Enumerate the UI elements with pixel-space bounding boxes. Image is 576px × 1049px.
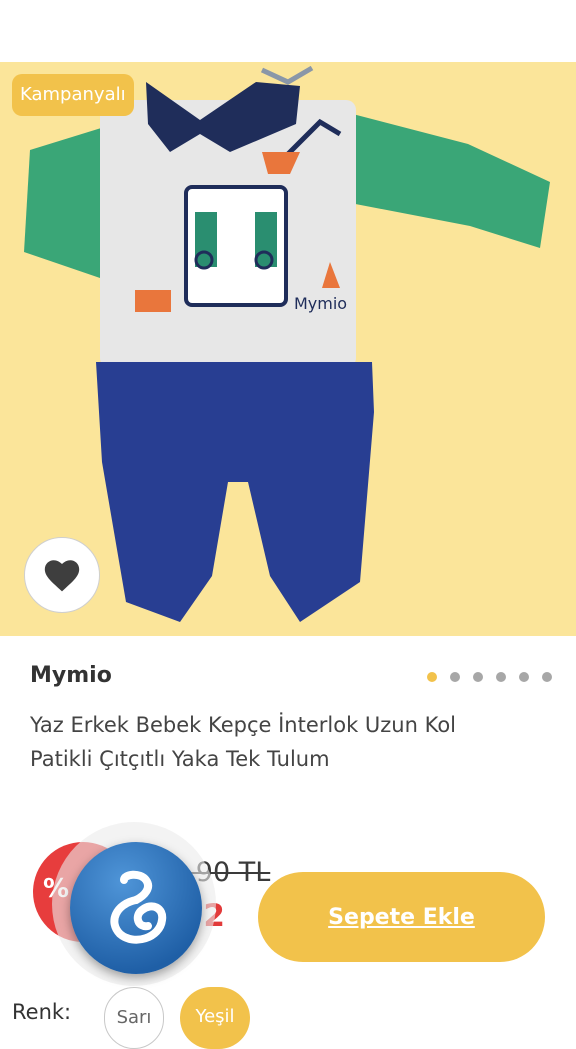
app-logo-icon bbox=[110, 870, 167, 944]
pagination-dot[interactable] bbox=[519, 672, 529, 682]
product-title: Yaz Erkek Bebek Kepçe İnterlok Uzun Kol … bbox=[30, 708, 550, 776]
image-pagination[interactable] bbox=[427, 672, 552, 682]
color-label: Renk: bbox=[12, 1000, 72, 1024]
color-option-sari[interactable]: Sarı bbox=[104, 987, 164, 1049]
garment-print-text: Mymio bbox=[294, 294, 347, 313]
color-option-yesil[interactable]: Yeşil bbox=[180, 987, 250, 1049]
pagination-dot[interactable] bbox=[496, 672, 506, 682]
heart-icon bbox=[44, 560, 80, 592]
floating-app-button[interactable] bbox=[70, 842, 202, 974]
pagination-dot[interactable] bbox=[542, 672, 552, 682]
pagination-dot[interactable] bbox=[450, 672, 460, 682]
campaign-badge: Kampanyalı bbox=[12, 74, 134, 116]
top-bar bbox=[0, 0, 576, 62]
brand-name: Mymio bbox=[30, 663, 112, 688]
product-title-line: Yaz Erkek Bebek Kepçe İnterlok Uzun Kol bbox=[30, 713, 457, 737]
favorite-button[interactable] bbox=[24, 537, 100, 613]
pagination-dot[interactable] bbox=[473, 672, 483, 682]
product-title-line: Patikli Çıtçıtlı Yaka Tek Tulum bbox=[30, 747, 330, 771]
add-to-cart-button[interactable]: Sepete Ekle bbox=[258, 872, 545, 962]
pagination-dot[interactable] bbox=[427, 672, 437, 682]
